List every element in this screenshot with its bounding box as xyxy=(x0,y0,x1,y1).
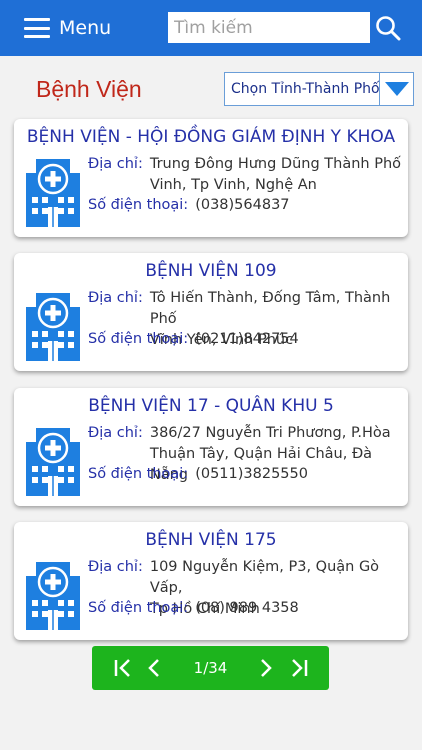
chevron-right-icon xyxy=(261,659,272,677)
last-page-icon xyxy=(292,659,308,677)
top-bar: Menu xyxy=(0,0,422,56)
hospital-building-icon xyxy=(22,560,84,632)
hamburger-icon xyxy=(24,18,50,38)
hospital-name: BỆNH VIỆN 17 - QUÂN KHU 5 xyxy=(88,396,334,416)
hospital-card[interactable]: BỆNH VIỆN 17 - QUÂN KHU 5 Địa chỉ: 386/2… xyxy=(14,388,408,506)
hospital-building-icon xyxy=(22,291,84,363)
phone-label: Số điện thoại: xyxy=(88,600,189,616)
phone-label: Số điện thoại: xyxy=(88,466,189,482)
address-label: Địa chỉ: xyxy=(88,156,143,172)
phone-row: Số điện thoại: (08) 989 4358 xyxy=(88,598,404,619)
hospital-name: BỆNH VIỆN 109 xyxy=(145,261,277,281)
province-select[interactable]: Chọn Tỉnh-Thành Phố xyxy=(224,72,414,106)
next-page-button[interactable] xyxy=(258,657,274,679)
phone-value[interactable]: (0211)842754 xyxy=(195,329,299,350)
page-title: Bệnh Viện xyxy=(36,76,142,102)
search-icon[interactable] xyxy=(375,15,401,41)
phone-label: Số điện thoại: xyxy=(88,331,189,347)
pagination-bar: 1/34 xyxy=(92,646,329,690)
phone-row: Số điện thoại: (0511)3825550 xyxy=(88,464,404,485)
hospital-card[interactable]: BỆNH VIỆN 175 Địa chỉ: 109 Nguyễn Kiệm, … xyxy=(14,522,408,640)
hospital-name: BỆNH VIỆN 175 xyxy=(145,530,277,550)
address-value: Trung Đông Hưng Dũng Thành Phố Vinh, Tp … xyxy=(149,156,402,193)
hospital-card[interactable]: BỆNH VIỆN 109 Địa chỉ: Tô Hiến Thành, Đố… xyxy=(14,253,408,371)
phone-row: Số điện thoại: (038)564837 xyxy=(88,195,404,216)
hospital-name: BỆNH VIỆN - HỘI ĐỒNG GIÁM ĐỊNH Y KHOA xyxy=(26,127,396,147)
phone-row: Số điện thoại: (0211)842754 xyxy=(88,329,404,350)
search-input[interactable] xyxy=(168,12,370,43)
hospital-card[interactable]: BỆNH VIỆN - HỘI ĐỒNG GIÁM ĐỊNH Y KHOA Đị… xyxy=(14,119,408,237)
phone-value[interactable]: (08) 989 4358 xyxy=(195,598,299,619)
last-page-button[interactable] xyxy=(288,657,310,679)
menu-label: Menu xyxy=(59,17,112,39)
phone-value[interactable]: (038)564837 xyxy=(195,195,289,216)
phone-label: Số điện thoại: xyxy=(88,197,189,213)
dropdown-arrow-icon[interactable] xyxy=(379,73,413,105)
address-row: Địa chỉ: Trung Đông Hưng Dũng Thành Phố … xyxy=(88,154,404,196)
hospital-building-icon xyxy=(22,157,84,229)
province-select-label: Chọn Tỉnh-Thành Phố xyxy=(231,81,379,97)
hospital-building-icon xyxy=(22,426,84,498)
phone-value[interactable]: (0511)3825550 xyxy=(195,464,308,485)
menu-button[interactable]: Menu xyxy=(24,16,111,40)
